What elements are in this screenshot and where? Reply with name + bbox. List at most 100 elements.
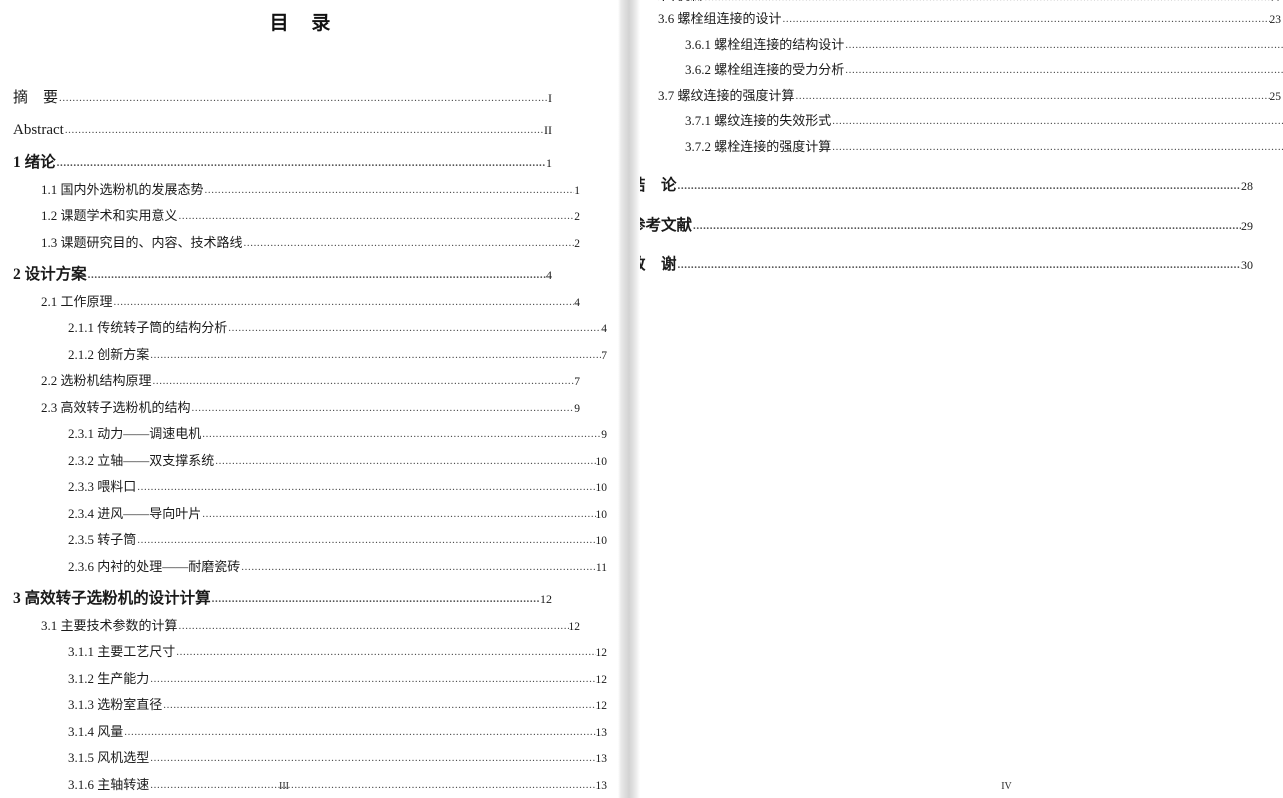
toc-leader-dots: ........................................…	[191, 402, 575, 414]
toc-entry[interactable]: 2.3.6 内衬的处理——耐磨瓷砖.......................…	[68, 560, 607, 575]
toc-entry[interactable]: 2.3.2 立轴——双支撑系统.........................…	[68, 454, 607, 469]
toc-entry[interactable]: 3 高效转子选粉机的设计计算..........................…	[13, 591, 552, 607]
toc-leader-dots: ........................................…	[845, 39, 1283, 51]
toc-leader-dots: ........................................…	[152, 376, 575, 387]
toc-entry-page-number: 12	[595, 700, 608, 712]
toc-entry[interactable]: 2.2 选粉机结构原理.............................…	[41, 374, 580, 389]
toc-entry[interactable]: 2.3.1 动力——调速电机..........................…	[68, 427, 607, 442]
toc-entry-label: 摘 要	[13, 90, 59, 106]
toc-entry[interactable]: 2.3.5 转子筒...............................…	[68, 533, 607, 548]
toc-entry[interactable]: 3.5 内衬..................................…	[658, 0, 1281, 1]
toc-entry-label: 3.6 螺栓组连接的设计	[658, 11, 782, 26]
toc-entry[interactable]: 致 谢.....................................…	[640, 257, 1253, 273]
toc-entry[interactable]: 2 设计方案..................................…	[13, 267, 552, 283]
toc-entry[interactable]: 2.3.4 进风——导向叶片..........................…	[68, 507, 607, 522]
toc-entry-label: 3.5 内衬	[658, 0, 705, 1]
toc-entry[interactable]: 1.2 课题学术和实用意义...........................…	[41, 209, 580, 224]
document-spread: 目 录 摘 要.................................…	[0, 0, 1283, 798]
toc-entry-page-number: 12	[595, 647, 608, 659]
toc-entry[interactable]: 3.1.1 主要工艺尺寸............................…	[68, 645, 607, 660]
toc-entry[interactable]: 结 论.....................................…	[640, 178, 1253, 194]
toc-entry[interactable]: 3.7.1 螺纹连接的失效形式.........................…	[685, 114, 1283, 129]
toc-entry[interactable]: 3.1.4 风量................................…	[68, 725, 607, 740]
toc-leader-dots: ........................................…	[163, 700, 596, 711]
toc-entry-page-number: 7	[601, 349, 607, 362]
toc-entry-label: 2.3.1 动力——调速电机	[68, 426, 202, 441]
toc-entry[interactable]: 3.7.2 螺栓连接的强度计算.........................…	[685, 140, 1283, 155]
toc-entry[interactable]: 1.1 国内外选粉机的发展态势.........................…	[41, 183, 580, 198]
toc-entry[interactable]: 3.6.2 螺栓组连接的受力分析........................…	[685, 63, 1283, 78]
toc-entry-page-number: 10	[595, 508, 608, 521]
toc-leader-dots: ........................................…	[150, 673, 596, 685]
toc-entry-page-number: 2	[574, 237, 580, 250]
toc-entry-label: 3.1.2 生产能力	[68, 670, 150, 686]
toc-entry[interactable]: 2.3 高效转子选粉机的结构..........................…	[41, 401, 580, 416]
toc-entry[interactable]: 2.1 工作原理................................…	[41, 295, 580, 310]
toc-leader-dots: ........................................…	[178, 620, 569, 632]
toc-leader-dots: ........................................…	[832, 141, 1283, 153]
toc-entry-page-number: 10	[595, 455, 608, 468]
toc-entry-label: 3.7 螺纹连接的强度计算	[658, 87, 795, 103]
toc-entry-label: 2.3.5 转子筒	[68, 532, 137, 547]
toc-entry-label: 2.3.6 内衬的处理——耐磨瓷砖	[68, 558, 241, 574]
toc-entry-label: 结 论	[640, 177, 677, 194]
toc-entry-page-number: 25	[1269, 90, 1282, 103]
toc-entry-page-number: 13	[595, 726, 608, 739]
toc-entry-label: 3.7.2 螺栓连接的强度计算	[685, 138, 832, 154]
toc-list-left: 摘 要.....................................…	[0, 91, 618, 798]
toc-entry-label: 1 绪论	[13, 154, 56, 171]
toc-entry-label: 2.1.2 创新方案	[68, 346, 150, 362]
page-right: 3.5 内衬..................................…	[640, 0, 1283, 798]
page-left: 目 录 摘 要.................................…	[0, 0, 618, 798]
toc-entry[interactable]: 1.3 课题研究目的、内容、技术路线......................…	[41, 236, 580, 251]
toc-leader-dots: ........................................…	[113, 296, 575, 308]
toc-entry-page-number: 4	[546, 268, 552, 282]
toc-leader-dots: ........................................…	[56, 158, 546, 169]
toc-entry-label: 2.3.3 喂料口	[68, 479, 137, 494]
toc-entry[interactable]: 3.1.2 生产能力..............................…	[68, 672, 607, 687]
page-gutter-divider	[618, 0, 640, 798]
toc-leader-dots: ........................................…	[202, 429, 601, 440]
toc-entry-label: 2.2 选粉机结构原理	[41, 373, 152, 388]
toc-leader-dots: ........................................…	[241, 561, 596, 573]
toc-entry-page-number: 1	[546, 156, 552, 170]
toc-entry[interactable]: 3.1.5 风机选型..............................…	[68, 751, 607, 766]
toc-entry[interactable]: 摘 要.....................................…	[13, 91, 552, 106]
toc-entry[interactable]: 参考文献....................................…	[640, 216, 1253, 234]
toc-leader-dots: ........................................…	[137, 535, 595, 546]
toc-entry-page-number: 10	[595, 482, 608, 494]
toc-entry[interactable]: 3.6.1 螺栓组连接的结构设计........................…	[685, 38, 1283, 53]
toc-entry-label: 3.1.4 风量	[68, 723, 124, 739]
toc-entry-page-number: 7	[574, 376, 580, 388]
toc-entry[interactable]: 2.1.2 创新方案..............................…	[68, 348, 607, 363]
toc-leader-dots: ........................................…	[215, 455, 595, 467]
toc-entry-label: 2.3.2 立轴——双支撑系统	[68, 452, 215, 468]
toc-entry[interactable]: 2.1.1 传统转子筒的结构分析........................…	[68, 321, 607, 336]
toc-leader-dots: ........................................…	[150, 349, 601, 361]
toc-leader-dots: ........................................…	[243, 237, 575, 249]
toc-entry[interactable]: 3.6 螺栓组连接的设计............................…	[658, 12, 1281, 27]
toc-entry-page-number: 12	[595, 673, 608, 686]
toc-entry-page-number: 12	[568, 620, 581, 633]
toc-leader-dots: ........................................…	[178, 211, 575, 222]
toc-entry[interactable]: 3.7 螺纹连接的强度计算...........................…	[658, 89, 1281, 104]
toc-entry-page-number: 30	[1241, 258, 1253, 272]
toc-entry-page-number: II	[544, 123, 552, 137]
toc-leader-dots: ........................................…	[228, 323, 601, 334]
toc-entry-label: 参考文献	[640, 216, 693, 234]
toc-entry-label: 致 谢	[640, 256, 677, 273]
toc-leader-dots: ........................................…	[795, 90, 1270, 102]
toc-entry-label: 1.3 课题研究目的、内容、技术路线	[41, 234, 243, 250]
toc-entry[interactable]: Abstract................................…	[13, 123, 552, 138]
toc-entry[interactable]: 3.1 主要技术参数的计算...........................…	[41, 619, 580, 634]
page-title: 目 录	[269, 13, 340, 34]
toc-leader-dots: ........................................…	[137, 482, 595, 493]
toc-entry-page-number: I	[548, 91, 552, 105]
toc-entry[interactable]: 3.1.3 选粉室直径.............................…	[68, 698, 607, 713]
toc-leader-dots: ........................................…	[845, 65, 1283, 76]
toc-entry[interactable]: 1 绪论....................................…	[13, 155, 552, 171]
toc-entry-label: 2.1.1 传统转子筒的结构分析	[68, 320, 228, 335]
toc-entry[interactable]: 2.3.3 喂料口...............................…	[68, 480, 607, 495]
toc-entry-page-number: 9	[601, 429, 607, 441]
toc-entry-page-number: 4	[574, 296, 580, 309]
